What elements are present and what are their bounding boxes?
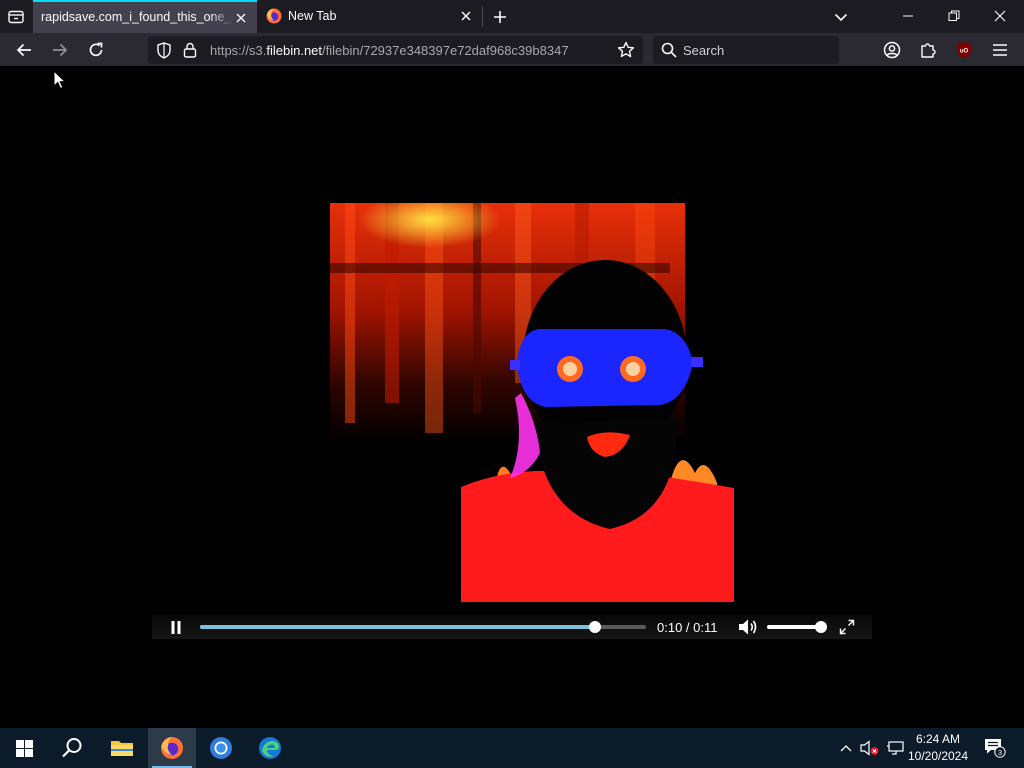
ublock-origin-button[interactable]: uO xyxy=(952,38,976,62)
arrow-left-icon xyxy=(16,43,31,57)
time-display: 0:10 / 0:11 xyxy=(657,620,718,635)
chevron-up-icon xyxy=(840,745,852,752)
close-window-button[interactable] xyxy=(988,6,1012,26)
back-button[interactable] xyxy=(12,39,36,61)
extensions-button[interactable] xyxy=(916,38,940,62)
firefox-icon xyxy=(266,8,282,24)
lock-icon xyxy=(183,42,197,58)
system-clock[interactable]: 6:24 AM 10/20/2024 xyxy=(904,731,972,765)
start-button[interactable] xyxy=(0,728,48,768)
show-hidden-icons-button[interactable] xyxy=(838,728,854,768)
chrome-taskbar-button[interactable] xyxy=(197,728,245,768)
clock-time: 6:24 AM xyxy=(915,732,961,746)
close-tab-button[interactable] xyxy=(459,9,473,23)
tab-separator xyxy=(482,6,483,27)
progress-fill xyxy=(200,625,595,629)
taskbar-search-button[interactable] xyxy=(48,728,96,768)
url-domain: filebin.net xyxy=(266,43,323,58)
reload-button[interactable] xyxy=(84,39,108,61)
arrow-right-icon xyxy=(53,43,68,57)
page-content: 0:10 / 0:11 xyxy=(0,66,1024,728)
svg-text:uO: uO xyxy=(960,49,969,55)
list-all-tabs-button[interactable] xyxy=(831,7,851,27)
minimize-button[interactable] xyxy=(896,6,920,26)
account-button[interactable] xyxy=(880,38,904,62)
url-prefix: https://s3. xyxy=(210,43,267,58)
app-menu-button[interactable] xyxy=(988,38,1012,62)
duration: 0:11 xyxy=(693,620,718,635)
volume-tray-button[interactable] xyxy=(860,728,880,768)
volume-thumb[interactable] xyxy=(815,621,827,633)
ublock-origin-icon: uO xyxy=(957,42,971,58)
video-frame[interactable] xyxy=(325,203,735,602)
tab-title: rapidsave.com_i_found_this_one_on xyxy=(41,10,233,24)
pause-icon xyxy=(171,620,181,634)
network-icon xyxy=(887,741,904,755)
close-icon xyxy=(461,11,471,21)
hamburger-menu-icon xyxy=(993,44,1007,56)
pause-button[interactable] xyxy=(168,619,184,635)
url-bar[interactable]: https://s3.filebin.net/filebin/72937e348… xyxy=(148,36,643,64)
search-icon xyxy=(62,738,82,758)
firefox-icon xyxy=(161,737,183,759)
speaker-muted-icon xyxy=(860,740,879,756)
search-placeholder: Search xyxy=(683,43,725,58)
notification-count: 3 xyxy=(998,748,1002,757)
tab-new-tab[interactable]: New Tab xyxy=(257,0,482,33)
forward-button[interactable] xyxy=(48,39,72,61)
new-tab-button[interactable] xyxy=(490,7,510,27)
mouse-cursor-icon xyxy=(53,70,66,90)
tab-rapidsave[interactable]: rapidsave.com_i_found_this_one_on xyxy=(33,0,257,33)
tab-list-icon xyxy=(8,10,24,24)
clock-date: 10/20/2024 xyxy=(907,749,969,763)
bookmark-star-icon[interactable] xyxy=(617,41,635,59)
plus-icon xyxy=(494,11,506,23)
restore-icon xyxy=(948,10,960,21)
navigation-toolbar: https://s3.filebin.net/filebin/72937e348… xyxy=(0,33,1024,66)
time-separator: / xyxy=(682,620,694,635)
firefox-taskbar-button[interactable] xyxy=(148,728,196,768)
tab-list-button[interactable] xyxy=(4,5,28,29)
windows-start-icon xyxy=(15,739,33,757)
restore-button[interactable] xyxy=(942,6,966,26)
close-tab-button[interactable] xyxy=(234,11,248,25)
search-icon xyxy=(661,42,677,58)
edge-taskbar-button[interactable] xyxy=(246,728,294,768)
file-explorer-icon xyxy=(111,741,133,756)
tab-strip: rapidsave.com_i_found_this_one_on New Ta… xyxy=(0,0,1024,33)
volume-icon xyxy=(739,619,757,635)
chrome-icon xyxy=(210,737,232,759)
notifications-icon: 3 xyxy=(985,739,1006,758)
url-path: /filebin/72937e348397e72daf968c39b8347 xyxy=(322,43,569,58)
url-text[interactable]: https://s3.filebin.net/filebin/72937e348… xyxy=(210,43,605,58)
video-image xyxy=(325,203,735,602)
minimize-icon xyxy=(903,15,913,17)
puzzle-icon xyxy=(921,43,936,58)
edge-icon xyxy=(259,737,281,759)
account-icon xyxy=(883,41,901,59)
volume-slider[interactable] xyxy=(767,621,827,633)
close-icon xyxy=(994,10,1006,22)
video-controls: 0:10 / 0:11 xyxy=(152,615,872,639)
shield-icon xyxy=(157,42,171,59)
search-box[interactable]: Search xyxy=(653,36,839,64)
windows-taskbar: 6:24 AM 10/20/2024 3 xyxy=(0,728,1024,768)
current-time: 0:10 xyxy=(657,620,683,635)
reload-icon xyxy=(89,42,103,57)
mute-button[interactable] xyxy=(738,618,758,636)
network-tray-button[interactable] xyxy=(885,728,905,768)
tab-title: New Tab xyxy=(288,9,337,23)
close-icon xyxy=(236,13,246,23)
action-center-button[interactable]: 3 xyxy=(980,728,1010,768)
volume-fill xyxy=(767,625,821,629)
progress-thumb[interactable] xyxy=(588,621,601,633)
progress-slider[interactable] xyxy=(200,621,646,633)
file-explorer-button[interactable] xyxy=(98,728,146,768)
chevron-down-icon xyxy=(834,13,848,22)
fullscreen-button[interactable] xyxy=(839,619,855,635)
fullscreen-icon xyxy=(839,619,855,635)
